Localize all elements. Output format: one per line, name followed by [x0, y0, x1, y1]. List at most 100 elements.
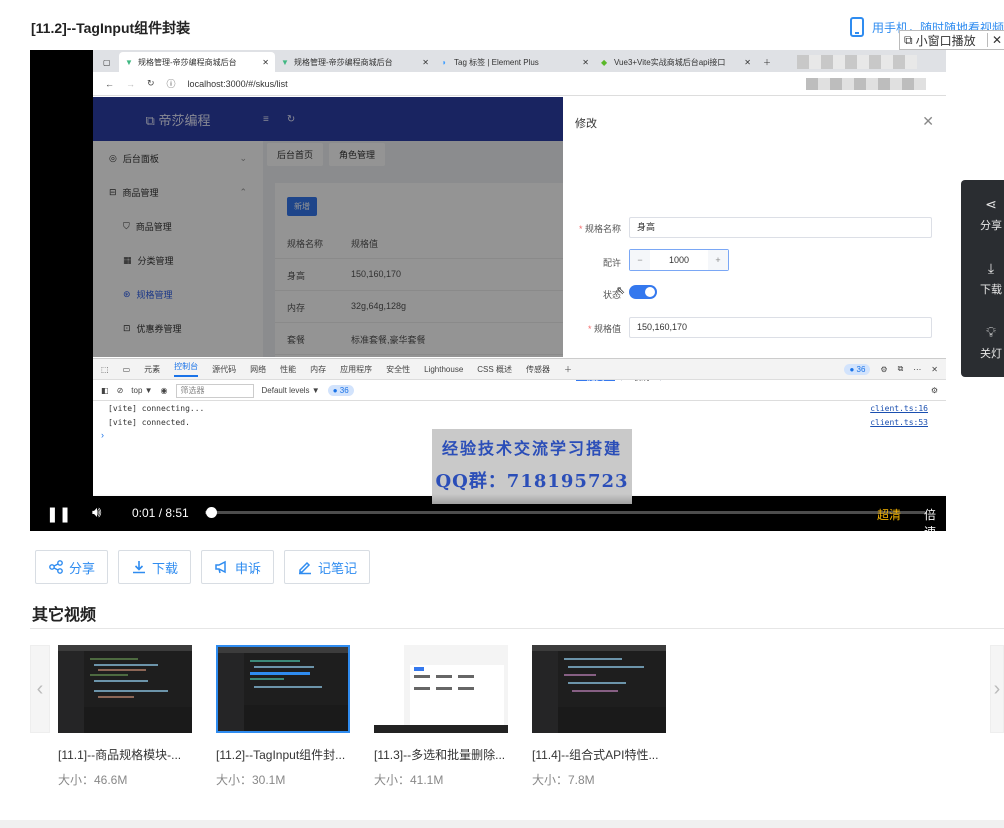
tab-sensors[interactable]: 传感器: [526, 364, 550, 375]
share-button[interactable]: 分享: [35, 550, 109, 584]
notes-button[interactable]: 记笔记: [284, 550, 371, 584]
side-share-button[interactable]: ⋖ 分享: [971, 196, 1004, 233]
dock-icon[interactable]: ⧉: [898, 364, 904, 374]
tab-lighthouse[interactable]: Lighthouse: [424, 365, 463, 374]
name-input[interactable]: 身高: [629, 217, 932, 238]
progress-handle[interactable]: [206, 507, 218, 518]
gear-icon[interactable]: ⚙: [880, 365, 887, 374]
tab-console[interactable]: 控制台: [174, 361, 199, 377]
eye-icon[interactable]: ◉: [161, 386, 168, 395]
video-title[interactable]: [11.4]--组合式API特性...: [532, 746, 666, 763]
message-icon: ●: [332, 386, 340, 395]
report-button[interactable]: 申诉: [201, 550, 275, 584]
minus-icon[interactable]: −: [630, 250, 650, 270]
side-download-button[interactable]: ⤓ 下载: [971, 260, 1004, 297]
video-size: 大小：7.8M: [532, 773, 595, 787]
browser-tab-label: Tag 标签 | Element Plus: [454, 57, 539, 67]
other-videos-heading: 其它视频: [32, 607, 97, 624]
status-toggle[interactable]: [629, 285, 657, 299]
share-label: 分享: [69, 560, 96, 576]
order-value[interactable]: 1000: [650, 255, 708, 265]
back-icon[interactable]: ←: [105, 79, 114, 89]
progress-bar[interactable]: [205, 511, 925, 514]
drawer-title: 修改: [575, 118, 597, 130]
video-title[interactable]: [11.3]--多选和批量删除...: [374, 746, 508, 763]
pause-icon[interactable]: ❚❚: [46, 505, 71, 523]
video-thumbnail[interactable]: [532, 645, 666, 733]
video-title[interactable]: [11.1]--商品规格模块-...: [58, 746, 192, 763]
close-icon[interactable]: ✕: [931, 365, 938, 374]
share-icon: [49, 560, 63, 574]
gear-icon[interactable]: ⚙: [931, 386, 938, 395]
tab-elements[interactable]: 元素: [144, 364, 160, 375]
tab-css-overview[interactable]: CSS 概述: [477, 364, 512, 375]
side-light-label: 关灯: [980, 348, 1002, 360]
volume-icon[interactable]: 🔊︎: [92, 504, 101, 521]
levels-select[interactable]: Default levels ▼: [262, 386, 320, 395]
quality-button[interactable]: 超清: [877, 506, 901, 523]
add-tab-icon[interactable]: ＋: [564, 364, 572, 375]
browser-tab-label: 规格管理-帝莎编程商城后台: [138, 57, 237, 67]
mini-window-label: 小窗口播放: [915, 33, 976, 48]
close-icon[interactable]: ✕: [254, 58, 269, 67]
url-field[interactable]: localhost:3000/#/skus/list: [188, 79, 288, 89]
blurred-region: [797, 55, 917, 69]
tab-sources[interactable]: 源代码: [212, 364, 236, 375]
video-thumbnail-current[interactable]: [216, 645, 350, 733]
close-icon[interactable]: ✕: [986, 33, 1004, 47]
tab-network[interactable]: 网络: [250, 364, 266, 375]
download-label: 下载: [152, 560, 179, 576]
tab-performance[interactable]: 性能: [280, 364, 296, 375]
tab-security[interactable]: 安全性: [386, 364, 410, 375]
issues-count: 36: [339, 386, 349, 395]
more-icon[interactable]: ⋯: [913, 365, 921, 374]
new-tab-button[interactable]: ＋: [757, 52, 777, 72]
player-side-panel: ⋖ 分享 ⤓ 下载 💡︎ 关灯: [961, 180, 1004, 377]
browser-tab[interactable]: ◆ Vue3+Vite实战商城后台api接口 ✕: [595, 52, 757, 72]
video-title[interactable]: [11.2]--TagInput组件封...: [216, 746, 350, 763]
inspect-icon[interactable]: ⬚: [101, 365, 109, 374]
console-prompt-icon[interactable]: ›: [101, 430, 104, 440]
video-thumbnail[interactable]: [374, 645, 508, 733]
watermark: 经验技术交流学习搭建 QQ群：718195723: [432, 429, 632, 504]
download-icon: [133, 561, 146, 574]
console-source-link[interactable]: client.ts:53: [870, 418, 928, 427]
blurred-region: [806, 77, 926, 90]
mini-window-button[interactable]: ⧉ 小窗口播放 ✕: [899, 30, 1004, 50]
order-stepper[interactable]: − 1000 +: [629, 249, 729, 271]
browser-tab[interactable]: ◑ Tag 标签 | Element Plus ✕: [435, 52, 595, 72]
clear-icon[interactable]: ⊘: [117, 386, 124, 395]
page-footer-strip: [0, 820, 1004, 828]
video-thumbnail[interactable]: [58, 645, 192, 733]
browser-tab[interactable]: ▼ 规格管理-帝莎编程商城后台 ✕: [275, 52, 435, 72]
close-icon[interactable]: ✕: [922, 113, 934, 130]
speed-button[interactable]: 倍速: [924, 506, 946, 531]
player-controls: ❚❚ 🔊︎ 0:01 / 8:51 超清 倍速 ⛶: [30, 494, 946, 531]
device-icon[interactable]: ▭: [123, 365, 131, 374]
reload-icon[interactable]: ↻: [147, 78, 155, 89]
tab-application[interactable]: 应用程序: [340, 364, 372, 375]
console-source-link[interactable]: client.ts:16: [870, 404, 928, 413]
tab-memory[interactable]: 内存: [310, 364, 326, 375]
close-icon[interactable]: ✕: [574, 58, 589, 67]
video-player[interactable]: ▢ ▼ 规格管理-帝莎编程商城后台 ✕ ▼ 规格管理-帝莎编程商城后台 ✕ ◑ Tag 标…: [30, 50, 946, 531]
close-icon[interactable]: ✕: [414, 58, 429, 67]
browser-tab[interactable]: ▼ 规格管理-帝莎编程商城后台 ✕: [119, 52, 275, 72]
issues-badge[interactable]: ● 36: [844, 363, 871, 375]
context-select[interactable]: top ▼: [131, 386, 152, 395]
close-icon[interactable]: ✕: [736, 58, 751, 67]
prev-arrow-icon[interactable]: ‹: [30, 645, 50, 733]
plus-icon[interactable]: +: [708, 250, 728, 270]
values-input[interactable]: 150,160,170: [629, 317, 932, 338]
sidebar-toggle-icon[interactable]: ◧: [101, 386, 109, 395]
download-button[interactable]: 下载: [118, 550, 192, 584]
modal-overlay[interactable]: [93, 97, 563, 357]
side-light-button[interactable]: 💡︎ 关灯: [971, 324, 1004, 361]
issues-badge[interactable]: ● 36: [327, 385, 354, 396]
info-icon: ⓘ: [166, 79, 176, 89]
next-arrow-icon[interactable]: ›: [990, 645, 1004, 733]
filter-input[interactable]: 筛选器: [175, 383, 254, 398]
forward-icon[interactable]: →: [126, 79, 135, 89]
vue-icon: ▼: [125, 57, 133, 67]
mini-window-icon: ⧉: [904, 32, 913, 47]
